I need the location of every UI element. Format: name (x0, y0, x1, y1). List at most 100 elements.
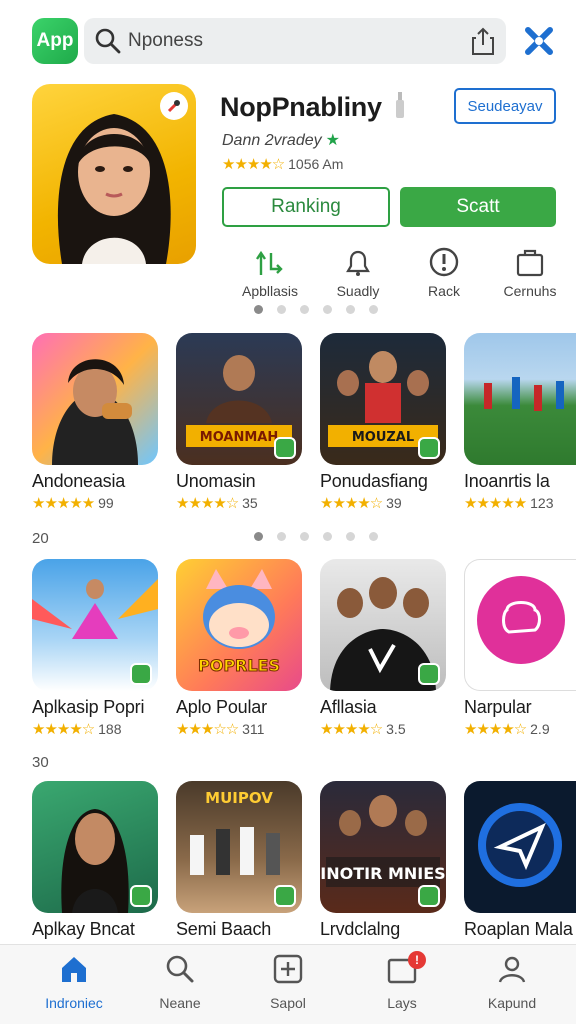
rating-value: 2.9 (530, 721, 550, 737)
installed-badge-icon (274, 885, 296, 907)
section-pager-dots[interactable] (254, 532, 378, 541)
app-rating: ★★★★★ 123 (464, 494, 576, 512)
developer-name[interactable]: Dann 2vradey ★ (222, 130, 340, 150)
rating-stars: ★★★★★ (32, 495, 95, 512)
rating-stars: ★★★★☆ (176, 495, 239, 512)
app-name: Ponudasfiang (320, 471, 428, 491)
nav-label: Indroniec (45, 995, 103, 1011)
app-card[interactable]: INOTIR MNIES Lrvdclalng (320, 781, 446, 940)
app-card[interactable]: Afllasia ★★★★☆ 3.5 (320, 559, 446, 738)
nav-label: Kapund (487, 995, 537, 1011)
add-box-icon (273, 954, 303, 984)
app-tile-image (464, 781, 576, 913)
app-tile-image (320, 559, 446, 691)
close-icon[interactable] (522, 24, 556, 58)
installed-badge-icon (130, 885, 152, 907)
quick-action-cernuhs[interactable]: Cernuhs (490, 245, 570, 299)
chart-arrows-icon (256, 250, 283, 275)
rating-value: 99 (98, 495, 114, 511)
search-field[interactable]: Nponess (84, 18, 506, 64)
app-name: Aplkasip Popri (32, 697, 145, 717)
installed-badge-icon (418, 437, 440, 459)
app-badge[interactable]: App (32, 18, 78, 64)
app-card[interactable]: POPRLES Aplo Poular ★★★☆☆ 311 (176, 559, 302, 738)
app-name: Inoanrtis la (464, 471, 550, 491)
app-card[interactable]: Inoanrtis la ★★★★★ 123 (464, 333, 576, 512)
developer-text: Dann 2vradey (222, 132, 322, 149)
rating-value: 35 (242, 495, 258, 511)
app-name: Lrvdclalng (320, 919, 401, 939)
section-number: 30 (32, 754, 49, 771)
app-rating: ★★★★☆ 39 (320, 494, 446, 512)
share-icon[interactable] (470, 26, 496, 56)
tile-title-text: INOTIR MNIES (320, 864, 445, 883)
app-card[interactable]: MOANMAH Unomasin ★★★★☆ 35 (176, 333, 302, 512)
quick-action-label: Rack (428, 283, 460, 299)
app-card[interactable]: MUIPOV Semi Baach (176, 781, 302, 940)
app-tile-image (32, 559, 158, 691)
quick-action-label: Apbllasis (241, 283, 299, 299)
search-icon (95, 28, 121, 54)
tile-title-text: MUIPOV (205, 789, 273, 807)
ranking-button[interactable]: Ranking (222, 187, 390, 227)
bottom-navigation: Indroniec Neane Sapol ! Lays Kapund (0, 944, 576, 1024)
rating-stars: ★★★☆☆ (176, 721, 239, 738)
tag-button[interactable]: Seudeayav (454, 88, 556, 124)
app-title: NopPnabliny (220, 90, 407, 123)
hero-pager-dots[interactable] (254, 305, 378, 314)
tile-title-text: MOUZAL (352, 430, 414, 445)
nav-inbox[interactable]: ! Lays (352, 951, 452, 1011)
installed-badge-icon (130, 663, 152, 685)
home-icon (62, 957, 86, 982)
nav-label: Sapol (270, 995, 306, 1011)
app-card[interactable]: Andoneasia ★★★★★ 99 (32, 333, 158, 512)
rating-stars: ★★★★☆ (32, 721, 95, 738)
nav-home[interactable]: Indroniec (24, 953, 124, 1011)
tile-title-text: MOANMAH (200, 430, 278, 445)
quick-action-apbllasis[interactable]: Apbllasis (230, 245, 310, 299)
installed-badge-icon (418, 663, 440, 685)
nav-label: Neane (159, 995, 201, 1011)
bottle-icon (395, 92, 404, 118)
edit-badge-icon[interactable] (160, 92, 188, 120)
app-name: Narpular (464, 697, 532, 717)
search-input[interactable]: Nponess (128, 30, 203, 52)
app-tile-image (464, 333, 576, 465)
app-rating: ★★★☆☆ 311 (176, 720, 302, 738)
section-number: 20 (32, 530, 49, 547)
app-card[interactable]: Aplkay Bncat (32, 781, 158, 940)
rating-stars: ★★★★☆ (222, 156, 285, 173)
verified-star-icon: ★ (325, 132, 340, 149)
nav-add[interactable]: Sapol (238, 953, 338, 1011)
nav-profile[interactable]: Kapund (462, 953, 562, 1011)
nav-label: Lays (387, 995, 417, 1011)
bag-icon (516, 249, 544, 277)
app-tile-image: INOTIR MNIES (320, 781, 446, 913)
primary-action-button[interactable]: Scatt (400, 187, 556, 227)
nav-search[interactable]: Neane (130, 953, 230, 1011)
app-card[interactable]: Narpular ★★★★☆ 2.9 (464, 559, 576, 738)
quick-action-rack[interactable]: Rack (404, 245, 484, 299)
app-name: Aplo Poular (176, 697, 267, 717)
rating-value: 39 (386, 495, 402, 511)
hero-app-image[interactable] (32, 84, 196, 264)
app-rating: ★★★★☆ 35 (176, 494, 302, 512)
app-name: Afllasia (320, 697, 377, 717)
app-tile-image (32, 333, 158, 465)
app-tile-image: MUIPOV (176, 781, 302, 913)
app-name: Unomasin (176, 471, 256, 491)
hero-rating: ★★★★☆ 1056 Am (222, 155, 343, 173)
bell-icon (346, 250, 370, 276)
app-name: Aplkay Bncat (32, 919, 135, 939)
quick-action-label: Cernuhs (503, 283, 557, 299)
app-card[interactable]: MOUZAL Ponudasfiang ★★★★☆ 39 (320, 333, 446, 512)
search-icon (166, 955, 194, 983)
installed-badge-icon (274, 437, 296, 459)
app-rating: ★★★★☆ 3.5 (320, 720, 446, 738)
rating-count: 1056 Am (288, 156, 344, 172)
quick-action-suadly[interactable]: Suadly (318, 245, 398, 299)
rating-stars: ★★★★☆ (320, 495, 383, 512)
app-rating: ★★★★☆ 188 (32, 720, 158, 738)
app-card[interactable]: Aplkasip Popri ★★★★☆ 188 (32, 559, 158, 738)
app-card[interactable]: Roaplan Mala (464, 781, 576, 940)
